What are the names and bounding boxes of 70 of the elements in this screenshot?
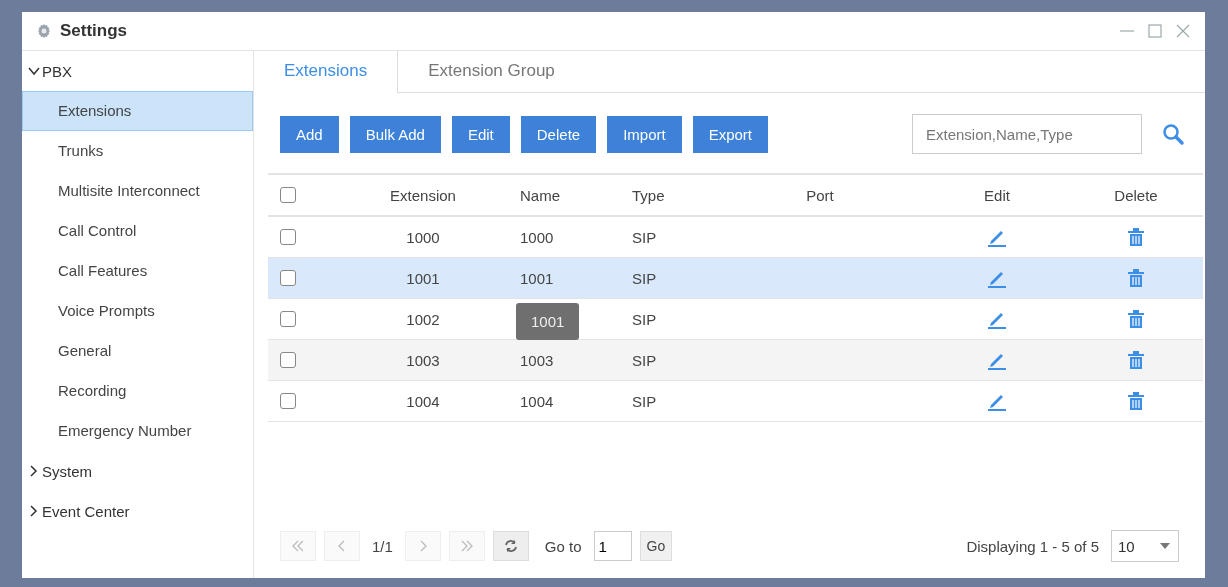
tab[interactable]: Extension Group — [398, 51, 585, 92]
column-header: Extension — [389, 185, 457, 206]
table-cell: SIP — [632, 269, 657, 287]
trash-icon[interactable] — [1127, 227, 1145, 247]
toolbar-button[interactable]: Edit — [451, 115, 510, 153]
close-icon[interactable] — [1175, 23, 1191, 39]
trash-icon[interactable] — [1127, 268, 1145, 288]
refresh-icon — [502, 538, 519, 554]
table-cell: 1002 — [406, 310, 440, 328]
page-summary: Displaying 1 - 5 of 5 — [965, 537, 1100, 555]
trash-icon[interactable] — [1127, 391, 1145, 411]
sidebar-group[interactable]: System — [22, 451, 253, 491]
table-cell: SIP — [632, 228, 657, 246]
gear-icon — [36, 23, 52, 39]
sidebar-item[interactable]: Extensions — [22, 91, 253, 131]
toolbar-button[interactable]: Delete — [520, 115, 597, 153]
double-chevron-left-icon — [291, 539, 305, 553]
sidebar-item[interactable]: Emergency Number — [22, 411, 253, 451]
chevron-icon — [28, 65, 40, 77]
table-cell: 1003 — [406, 351, 440, 369]
table-cell: 1000 — [406, 228, 440, 246]
column-header: Delete — [1114, 185, 1158, 206]
row-checkbox[interactable] — [280, 311, 296, 327]
table-cell: SIP — [632, 310, 657, 328]
table-cell: 1004 — [520, 392, 554, 410]
toolbar-button[interactable]: Import — [607, 115, 682, 153]
sidebar-item[interactable]: General — [22, 331, 253, 371]
table-cell: 1000 — [520, 228, 554, 246]
row-checkbox[interactable] — [280, 229, 296, 245]
column-header: Type — [632, 185, 666, 206]
sidebar-item[interactable]: Trunks — [22, 131, 253, 171]
table-cell: 1001 — [520, 269, 554, 287]
column-header: Name — [519, 185, 561, 206]
page-input[interactable]: 1 — [593, 531, 632, 561]
chevron-icon — [28, 465, 40, 477]
sidebar-group[interactable]: PBX — [22, 51, 253, 91]
trash-icon[interactable] — [1127, 350, 1145, 370]
double-chevron-right-icon — [459, 539, 474, 553]
search-field[interactable]: Extension,Name,Type — [912, 114, 1142, 154]
select-all-checkbox[interactable] — [280, 187, 296, 203]
toolbar-button[interactable]: Export — [692, 115, 768, 153]
sidebar-group[interactable]: Event Center — [22, 491, 253, 531]
page-indicator: 1/1 — [371, 537, 394, 555]
sidebar-item[interactable]: Call Features — [22, 251, 253, 291]
trash-icon[interactable] — [1127, 309, 1145, 329]
go-button[interactable]: Go — [639, 531, 673, 561]
table-cell: SIP — [632, 392, 657, 410]
toolbar-button[interactable]: Add — [280, 115, 339, 153]
sidebar-item[interactable]: Multisite Interconnect — [22, 171, 253, 211]
goto-label: Go to — [543, 537, 583, 555]
chevron-icon — [28, 505, 40, 517]
sidebar-item[interactable]: Voice Prompts — [22, 291, 253, 331]
column-header: Edit — [983, 185, 1011, 206]
toolbar-button[interactable]: Bulk Add — [349, 115, 441, 153]
table-cell: 1003 — [520, 351, 554, 369]
column-header: Port — [805, 185, 835, 206]
row-checkbox[interactable] — [280, 393, 296, 409]
page-size-select[interactable]: 10 — [1111, 530, 1179, 562]
search-icon[interactable] — [1161, 122, 1185, 146]
sidebar-item[interactable]: Recording — [22, 371, 253, 411]
table-cell: 1004 — [406, 392, 440, 410]
tooltip: 1001 — [516, 303, 580, 340]
row-checkbox[interactable] — [280, 270, 296, 286]
sidebar-item[interactable]: Call Control — [22, 211, 253, 251]
table-cell: SIP — [632, 351, 657, 369]
row-checkbox[interactable] — [280, 352, 296, 368]
window-title: Settings — [60, 21, 128, 41]
caret-icon — [1160, 543, 1170, 549]
refresh-button[interactable] — [492, 531, 529, 561]
table-cell: 1001 — [406, 269, 440, 287]
